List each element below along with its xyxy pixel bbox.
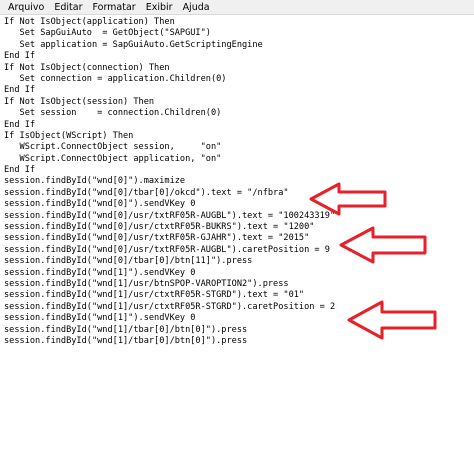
code-line: If IsObject(WScript) Then (4, 130, 134, 141)
left-arrow-outline-icon (339, 226, 427, 264)
left-arrow-outline-icon (309, 182, 387, 216)
code-line: WScript.ConnectObject session, "on" (4, 142, 222, 153)
code-line: If Not IsObject(application) Then (4, 17, 175, 27)
menu-ajuda[interactable]: Ajuda (178, 0, 215, 15)
code-line: session.findById("wnd[0]/usr/txtRF05R-AU… (4, 244, 330, 255)
code-line: End If (4, 51, 36, 62)
code-line: End If (4, 165, 36, 176)
text-editor-area[interactable]: If Not IsObject(application) Then Set Sa… (0, 15, 474, 474)
code-line: Set SapGuiAuto = GetObject("SAPGUI") (4, 28, 211, 39)
code-line: If Not IsObject(connection) Then (4, 62, 170, 73)
code-line: session.findById("wnd[0]/usr/txtRF05R-AU… (4, 210, 336, 221)
arrow-shape (347, 300, 437, 340)
code-line: session.findById("wnd[1]/tbar[0]/btn[0]"… (4, 335, 248, 346)
menu-formatar[interactable]: Formatar (88, 0, 141, 15)
code-line: session.findById("wnd[0]/tbar[0]/btn[11]… (4, 256, 253, 267)
menu-editar[interactable]: Editar (49, 0, 87, 15)
code-lines: If Not IsObject(application) Then Set Sa… (4, 17, 335, 347)
menu-exibir[interactable]: Exibir (141, 0, 178, 15)
code-line: session.findById("wnd[0]/usr/ctxtRF05R-B… (4, 222, 315, 233)
code-line: session.findById("wnd[1]/usr/ctxtRF05R-S… (4, 301, 336, 312)
arrow-shape (309, 182, 387, 216)
menu-arquivo[interactable]: Arquivo (3, 0, 49, 15)
arrow-shape (339, 226, 427, 264)
code-line: session.findById("wnd[0]").maximize (4, 176, 186, 187)
left-arrow-outline-icon (347, 300, 437, 340)
code-line: If Not IsObject(session) Then (4, 96, 155, 107)
code-line: session.findById("wnd[0]/tbar[0]/okcd").… (4, 187, 289, 198)
code-line: End If (4, 85, 36, 96)
code-line: Set application = SapGuiAuto.GetScriptin… (4, 39, 263, 50)
code-line: End If (4, 119, 36, 130)
code-line: session.findById("wnd[1]").sendVKey 0 (4, 267, 196, 278)
code-line: WScript.ConnectObject application, "on" (4, 153, 222, 164)
code-line: session.findById("wnd[1]").sendVKey 0 (4, 313, 196, 324)
menu-bar: Arquivo Editar Formatar Exibir Ajuda (0, 0, 474, 15)
code-line: session.findById("wnd[0]").sendVKey 0 (4, 199, 196, 210)
code-line: Set connection = application.Children(0) (4, 73, 227, 84)
code-line: Set session = connection.Children(0) (4, 108, 222, 119)
code-line: session.findById("wnd[0]/usr/txtRF05R-GJ… (4, 233, 310, 244)
code-line: session.findById("wnd[1]/usr/ctxtRF05R-S… (4, 290, 305, 301)
code-line: session.findById("wnd[1]/usr/btnSPOP-VAR… (4, 278, 289, 289)
code-line: session.findById("wnd[1]/tbar[0]/btn[0]"… (4, 324, 248, 335)
